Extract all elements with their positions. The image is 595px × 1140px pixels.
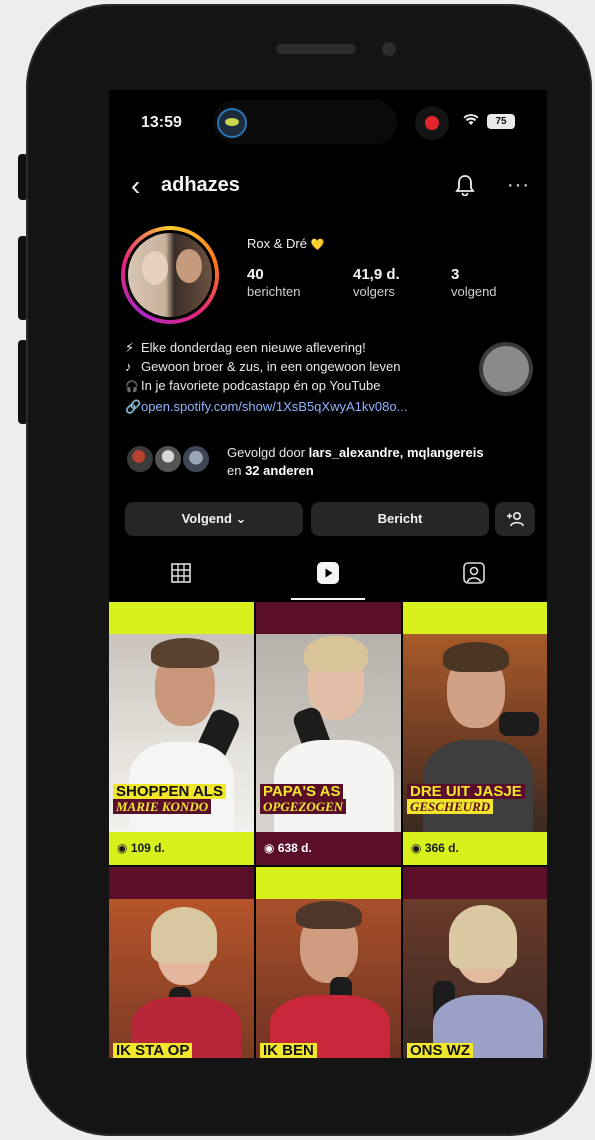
reel-tile[interactable]: IK STA OP (109, 867, 254, 1058)
follower-avatar (181, 444, 211, 474)
assistive-touch-button[interactable] (483, 346, 529, 392)
status-time: 13:59 (141, 114, 182, 131)
reel-tile[interactable]: SHOPPEN ALS MARIE KONDO ◉ 109 d. (109, 602, 254, 865)
wifi-icon (463, 113, 479, 130)
back-chevron-icon[interactable]: ‹ (131, 172, 140, 200)
reel-tile[interactable]: ONS WZ (403, 867, 547, 1058)
music-note-icon: ♪ (125, 359, 132, 374)
followed-by[interactable]: Gevolgd door lars_alexandre, mqlangereis… (125, 440, 545, 480)
add-person-icon (507, 511, 524, 527)
play-count-icon: ◉ (117, 841, 131, 855)
reels-play-icon (317, 562, 339, 584)
play-count-icon: ◉ (411, 841, 425, 855)
tab-reels[interactable] (255, 548, 401, 598)
avatar-photo (128, 233, 212, 317)
message-button[interactable]: Bericht (311, 502, 489, 536)
profile-username: adhazes (161, 174, 240, 196)
phone-camera (382, 42, 396, 56)
recording-indicator-icon (415, 106, 449, 140)
tab-tagged[interactable] (401, 548, 547, 598)
stat-followers[interactable]: 41,9 d. volgers (353, 266, 400, 299)
active-tab-indicator (291, 598, 365, 600)
bell-icon[interactable] (455, 174, 475, 197)
stat-posts[interactable]: 40 berichten (247, 266, 300, 299)
link-icon: 🔗 (125, 399, 142, 414)
lightning-icon: ⚡ (125, 340, 135, 355)
reel-tile[interactable]: DRE UIT JASJE GESCHEURD ◉ 366 d. (403, 602, 547, 865)
bio-link[interactable]: open.spotify.com/show/1XsB5qXwyA1kv08o..… (141, 399, 407, 414)
follower-avatar (125, 444, 155, 474)
phone-screen: 13:59 75 ‹ adhazes ··· Rox & Dré 💛 40 be… (109, 90, 547, 1058)
add-user-button[interactable] (495, 502, 535, 536)
following-button[interactable]: Volgend ⌄ (125, 502, 303, 536)
stat-following[interactable]: 3 volgend (451, 266, 497, 299)
display-name: Rox & Dré 💛 (247, 236, 325, 251)
headphones-icon: 🎧 (125, 381, 139, 393)
battery-indicator: 75 (487, 114, 515, 129)
phone-speaker (276, 44, 356, 54)
more-options-icon[interactable]: ··· (507, 174, 530, 197)
follower-avatar (153, 444, 183, 474)
heart-emoji-icon: 💛 (310, 239, 325, 251)
tagged-person-icon (463, 562, 485, 584)
live-activity-app-icon[interactable] (217, 108, 247, 138)
reel-tile[interactable]: IK BEN (256, 867, 401, 1058)
avatar[interactable] (121, 226, 219, 324)
profile-bio: ⚡ Elke donderdag een nieuwe aflevering! ♪… (125, 340, 408, 414)
reels-grid: SHOPPEN ALS MARIE KONDO ◉ 109 d. PAPA'S … (109, 602, 547, 1058)
status-bar: 13:59 75 (109, 90, 547, 158)
play-count-icon: ◉ (264, 841, 278, 855)
tab-grid[interactable] (109, 548, 255, 598)
grid-icon (171, 563, 191, 583)
reel-tile[interactable]: PAPA'S AS OPGEZOGEN ◉ 638 d. (256, 602, 401, 865)
